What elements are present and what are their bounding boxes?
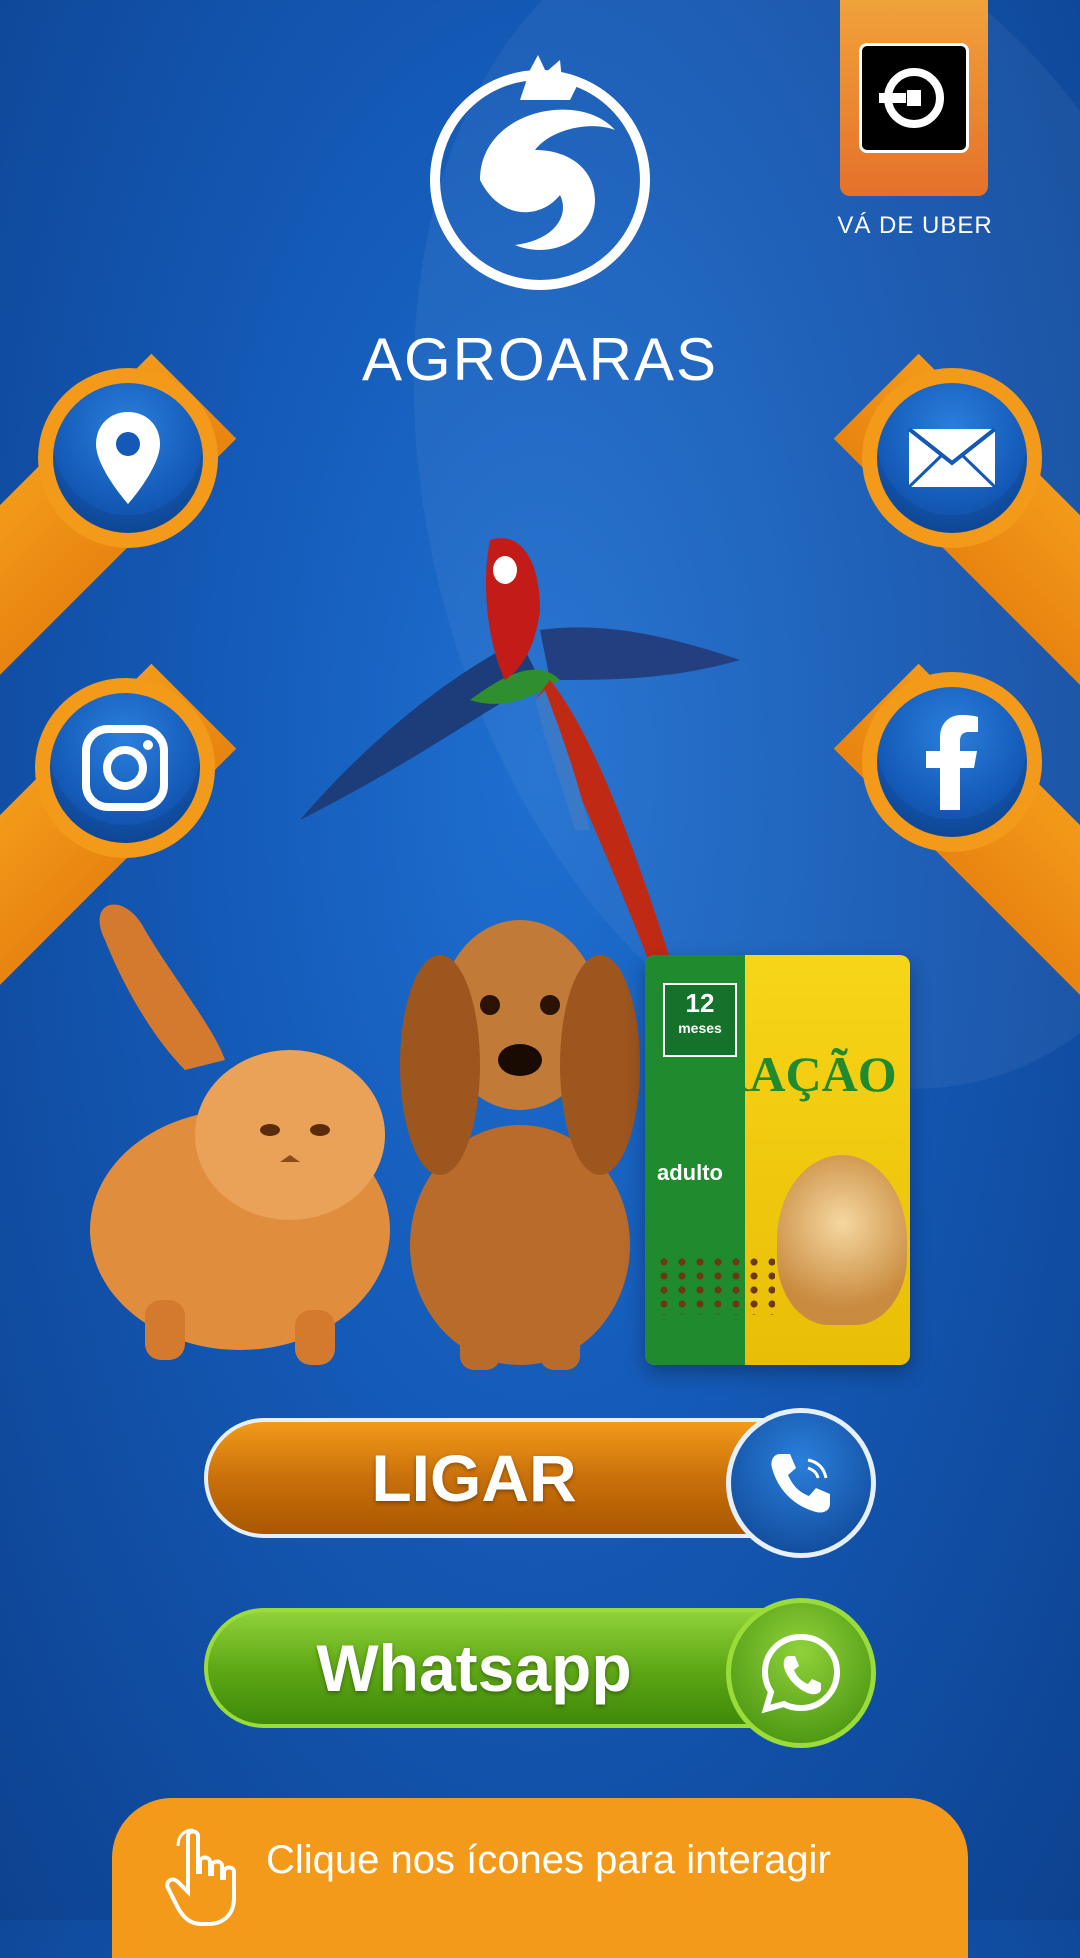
cat-image	[65, 900, 415, 1370]
product-subtitle: adulto	[657, 1160, 723, 1185]
dog-image	[370, 885, 670, 1375]
whatsapp-button-circle[interactable]	[726, 1598, 876, 1748]
facebook-icon	[926, 715, 978, 810]
interaction-hint-text: Clique nos ícones para interagir	[266, 1838, 831, 1882]
bag-dog-image	[777, 1155, 907, 1325]
email-button[interactable]	[862, 368, 1042, 548]
phone-icon	[771, 1454, 830, 1513]
interaction-hint-bar: Clique nos ícones para interagir	[112, 1798, 968, 1958]
tap-hand-icon	[165, 1828, 236, 1926]
whatsapp-button[interactable]: Whatsapp	[204, 1598, 876, 1748]
bag-badge-unit: meses	[678, 1020, 722, 1036]
brand-logo	[420, 50, 660, 300]
bag-badge-number: 12	[685, 988, 715, 1018]
uber-button[interactable]	[840, 0, 988, 196]
instagram-button[interactable]	[35, 678, 215, 858]
uber-icon	[859, 43, 969, 153]
call-button-circle[interactable]	[726, 1408, 876, 1558]
uber-label: VÁ DE UBER	[837, 212, 993, 239]
kibble-graphic	[655, 1255, 775, 1315]
instagram-icon	[82, 725, 168, 811]
call-button[interactable]: LIGAR	[204, 1408, 876, 1558]
whatsapp-icon	[761, 1633, 841, 1714]
facebook-button[interactable]	[862, 672, 1042, 852]
product-bag: 12 meses RAÇÃO adulto	[645, 955, 910, 1365]
location-pin-icon	[96, 412, 160, 504]
location-button[interactable]	[38, 368, 218, 548]
mail-icon	[907, 427, 997, 489]
product-title: RAÇÃO	[713, 1046, 897, 1102]
